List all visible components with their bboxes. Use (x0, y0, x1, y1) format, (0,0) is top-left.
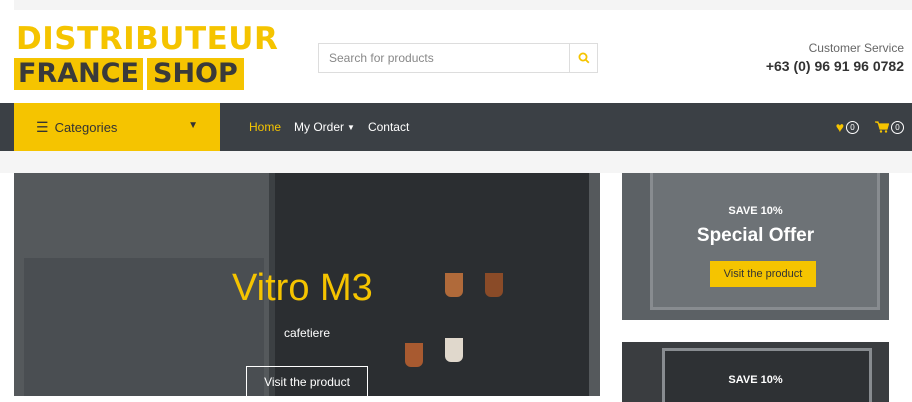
customer-service-label: Customer Service (808, 41, 904, 55)
main-navbar: ☰ Categories ▼ Home My Order ▼ Contact ♥ … (0, 103, 912, 151)
wishlist-button[interactable]: ♥ 0 (836, 119, 859, 135)
cart-icon (875, 121, 889, 133)
cart-count-badge: 0 (891, 120, 904, 134)
nav-my-order-label: My Order (294, 120, 345, 134)
nav-home[interactable]: Home (249, 120, 281, 134)
hero-cup-image (405, 343, 423, 367)
hero-cup-image (445, 273, 463, 297)
chevron-down-icon: ▼ (188, 120, 198, 131)
promo-title: Special Offer (696, 225, 815, 246)
search-input[interactable] (319, 44, 569, 72)
logo-text-shop: SHOP (147, 58, 244, 90)
logo[interactable]: DISTRIBUTEUR FRANCE SHOP (14, 20, 278, 92)
hero-title: Vitro M3 (232, 267, 373, 309)
top-strip (14, 0, 912, 10)
nav-my-order[interactable]: My Order ▼ (294, 120, 355, 134)
logo-text-distributeur: DISTRIBUTEUR (16, 21, 279, 57)
customer-service: Customer Service +63 (0) 96 91 96 0782 (766, 40, 904, 76)
categories-label: Categories (54, 119, 118, 135)
search-box (318, 43, 598, 73)
promo-banner-second[interactable]: SAVE 10% (622, 342, 889, 402)
search-button[interactable] (569, 44, 597, 72)
wishlist-count-badge: 0 (846, 120, 859, 134)
promo-save-label: SAVE 10% (728, 205, 783, 217)
categories-button[interactable]: ☰ Categories ▼ (14, 103, 220, 151)
heart-icon: ♥ (835, 119, 844, 135)
logo-text-france: FRANCE (14, 58, 143, 90)
promo-save-label: SAVE 10% (728, 374, 783, 386)
logo-line2: FRANCE SHOP (14, 58, 244, 90)
hero-visit-button[interactable]: Visit the product (246, 366, 368, 396)
hero-subtitle: cafetiere (284, 326, 331, 340)
hero-banner[interactable]: Vitro M3 cafetiere Visit the product (14, 173, 600, 396)
hero-cup-image (485, 273, 503, 297)
site-header: DISTRIBUTEUR FRANCE SHOP Customer Servic… (0, 10, 912, 103)
promo-banner-special-offer[interactable]: SAVE 10% Special Offer Visit the product (622, 173, 889, 320)
cart-button[interactable]: 0 (875, 120, 904, 134)
section-gap (0, 151, 912, 173)
chevron-down-icon: ▼ (347, 122, 355, 132)
nav-contact[interactable]: Contact (368, 120, 409, 134)
nav-icons: ♥ 0 0 (836, 103, 904, 151)
search-icon (578, 52, 589, 64)
customer-service-phone[interactable]: +63 (0) 96 91 96 0782 (766, 56, 904, 76)
nav-links: Home My Order ▼ Contact (249, 103, 422, 151)
promo-visit-button[interactable]: Visit the product (710, 261, 816, 287)
hamburger-icon: ☰ (36, 118, 49, 135)
hero-cup-image (445, 338, 463, 362)
hero-shelf-image (24, 258, 264, 396)
